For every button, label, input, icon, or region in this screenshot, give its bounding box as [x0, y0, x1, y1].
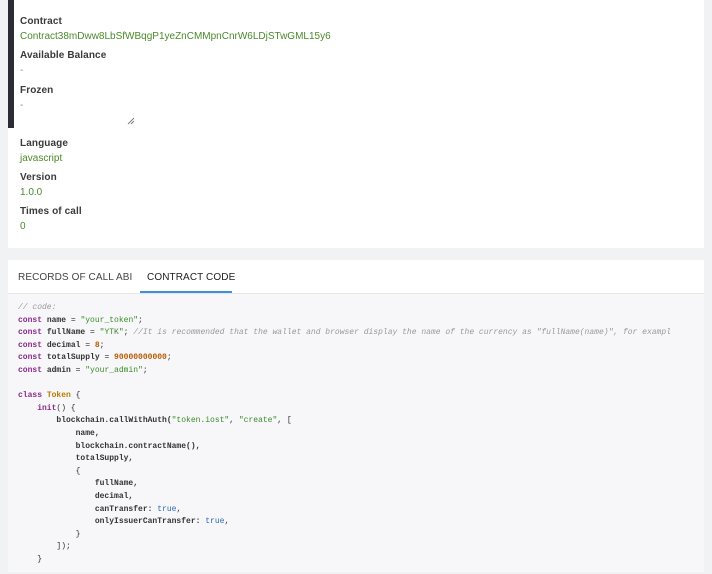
- identifier-admin: admin: [46, 365, 71, 375]
- version-field: Version 1.0.0: [20, 172, 57, 198]
- prop-decimal: decimal,: [94, 491, 134, 501]
- prop-fullname: fullName,: [94, 479, 139, 489]
- keyword-const: const: [18, 328, 43, 338]
- tab-contract-code[interactable]: CONTRACT CODE: [147, 272, 235, 283]
- available-balance-value: -: [20, 65, 24, 76]
- keyword-const: const: [18, 315, 43, 325]
- number-totalsupply: 90000000000: [114, 353, 167, 363]
- arg-contract-name: blockchain.contractName(),: [75, 441, 201, 451]
- code-comment: // code:: [18, 303, 57, 312]
- keyword-const: const: [18, 365, 43, 375]
- string-name: "your_token": [80, 315, 139, 325]
- code-panel[interactable]: // code: const name = "your_token"; cons…: [8, 294, 704, 572]
- string-token-iost: "token.iost": [171, 416, 230, 426]
- tab-abi[interactable]: ABI: [116, 272, 132, 283]
- frozen-value: -: [20, 100, 24, 111]
- bool-true: true: [205, 517, 225, 527]
- string-admin: "your_admin": [85, 365, 143, 375]
- times-of-call-label: Times of call: [20, 206, 82, 217]
- contract-value[interactable]: Contract38mDww8LbSfWBqgP1yeZnCMMpnCnrW6L…: [20, 31, 331, 42]
- bool-true: true: [157, 504, 177, 514]
- left-accent-bar: [8, 0, 14, 128]
- identifier-decimal: decimal: [46, 340, 81, 350]
- code-block[interactable]: // code: const name = "your_token"; cons…: [18, 302, 671, 566]
- keyword-const: const: [18, 353, 43, 363]
- identifier-name: name: [46, 315, 67, 325]
- active-tab-indicator: [140, 291, 232, 293]
- language-label: Language: [20, 138, 69, 149]
- language-field: Language javascript: [20, 138, 68, 164]
- keyword-class: class: [18, 391, 43, 401]
- number-decimal: 8: [94, 340, 100, 350]
- language-value: javascript: [20, 153, 63, 164]
- class-name-token: Token: [46, 391, 71, 401]
- available-balance-field: Available Balance -: [20, 50, 106, 76]
- frozen-field: Frozen -: [20, 85, 53, 111]
- times-of-call-value: 0: [20, 221, 26, 232]
- identifier-totalsupply: totalSupply: [46, 353, 100, 363]
- available-balance-label: Available Balance: [20, 50, 107, 61]
- keyword-const: const: [18, 340, 43, 350]
- contract-label: Contract: [20, 16, 62, 27]
- string-fullname: "YTK": [99, 328, 124, 338]
- version-label: Version: [20, 172, 57, 183]
- arg-name: name,: [75, 428, 100, 438]
- tab-bar: RECORDS OF CALL ABI CONTRACT CODE: [8, 260, 704, 294]
- fullname-comment: //It is recommended that the wallet and …: [133, 328, 671, 338]
- method-init: init: [37, 403, 57, 413]
- prop-onlyissuer: onlyIssuerCanTransfer:: [94, 517, 201, 527]
- version-value: 1.0.0: [20, 187, 43, 198]
- arg-total-supply: totalSupply,: [75, 454, 134, 464]
- resize-handle-icon[interactable]: [127, 117, 135, 125]
- tab-records-of-call[interactable]: RECORDS OF CALL: [18, 272, 114, 283]
- call-with-auth: blockchain.callWithAuth(: [56, 416, 172, 426]
- times-of-call-field: Times of call 0: [20, 206, 82, 232]
- contract-field: Contract Contract38mDww8LbSfWBqgP1yeZnCM…: [20, 16, 331, 42]
- identifier-fullname: fullName: [46, 328, 86, 338]
- frozen-label: Frozen: [20, 85, 54, 96]
- contract-info-card: Contract Contract38mDww8LbSfWBqgP1yeZnCM…: [8, 0, 704, 248]
- string-create: "create": [238, 416, 278, 426]
- prop-cantransfer: canTransfer:: [94, 504, 153, 514]
